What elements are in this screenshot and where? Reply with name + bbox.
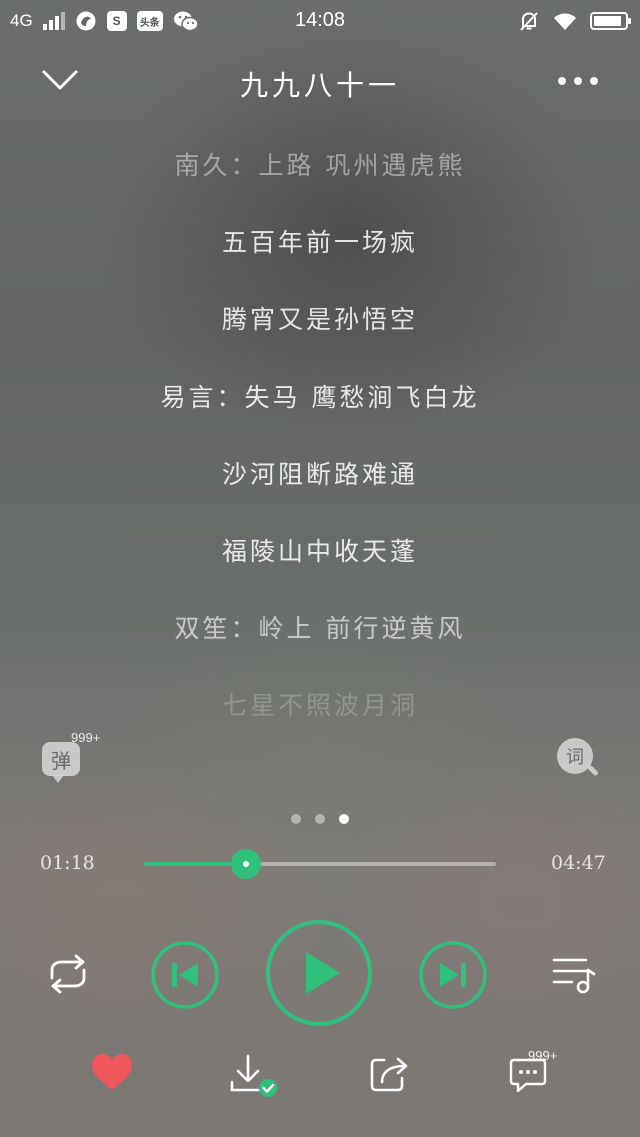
lyric-line: 腾宵又是孙悟空 — [221, 305, 418, 335]
page-dot[interactable] — [291, 814, 301, 824]
lyric-line: 五百年前一场疯 — [221, 228, 418, 258]
lyric-line: 双笙：岭上 前行逆黄风 — [174, 614, 466, 644]
repeat-button[interactable] — [44, 952, 92, 996]
next-icon — [419, 941, 487, 1009]
lyric-line: 易言：失马 鹰愁涧飞白龙 — [160, 382, 480, 412]
repeat-icon — [50, 954, 86, 994]
comment-count: 999+ — [528, 1048, 558, 1063]
page-dot[interactable] — [339, 814, 349, 824]
download-icon — [230, 1054, 277, 1097]
playlist-icon — [552, 958, 596, 994]
danmaku-button[interactable]: 弹 999+ — [42, 730, 102, 788]
heart-icon — [92, 1054, 132, 1090]
status-bar-right — [518, 10, 631, 32]
lyric-line: 南久：上路 巩州遇虎熊 — [174, 151, 466, 180]
previous-icon — [151, 941, 219, 1009]
share-button[interactable] — [368, 1054, 412, 1098]
lyrics-panel[interactable]: 南久：上路 巩州遇虎熊 五百年前一场疯 腾宵又是孙悟空 易言：失马 鹰愁涧飞白龙… — [0, 140, 640, 730]
mute-icon — [520, 12, 538, 31]
page-indicator — [0, 814, 640, 824]
playlist-button[interactable] — [550, 952, 598, 996]
more-dots-icon — [558, 77, 598, 85]
previous-button[interactable] — [150, 940, 220, 1010]
wifi-icon — [554, 13, 576, 30]
play-button[interactable] — [264, 918, 374, 1028]
download-button[interactable] — [228, 1052, 280, 1104]
lyric-line: 福陵山中收天蓬 — [221, 536, 418, 566]
progress-thumb[interactable] — [231, 849, 262, 879]
favorite-button[interactable] — [90, 1052, 134, 1096]
total-time: 04:47 — [551, 852, 606, 874]
next-button[interactable] — [418, 940, 488, 1010]
search-handle — [586, 764, 600, 777]
more-button[interactable] — [556, 70, 600, 92]
share-icon — [370, 1057, 408, 1092]
play-icon — [266, 920, 372, 1026]
progress-bar[interactable] — [144, 849, 496, 879]
page-dot[interactable] — [315, 814, 325, 824]
lyric-line: 沙河阻断路难通 — [221, 459, 418, 489]
lyric-search-button[interactable]: 词 — [557, 738, 601, 782]
song-title: 九九八十一 — [239, 69, 400, 102]
elapsed-time: 01:18 — [40, 852, 95, 874]
battery-icon — [590, 12, 631, 30]
lyric-line: 七星不照波月洞 — [221, 691, 418, 721]
danmaku-icon: 弹 — [42, 742, 80, 783]
danmaku-count: 999+ — [71, 730, 101, 745]
status-bar: 4G S 头条 14:08 — [0, 0, 640, 44]
